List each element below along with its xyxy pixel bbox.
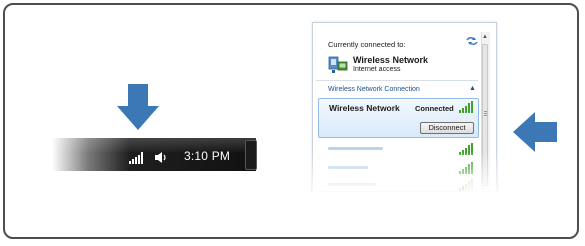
scroll-up-icon[interactable]: ▲	[482, 34, 488, 40]
selected-network-status: Connected	[415, 104, 454, 113]
current-network-status: Internet access	[353, 66, 401, 73]
divider	[316, 80, 478, 81]
arrow-down-icon	[117, 84, 159, 130]
network-signal-icon[interactable]	[129, 152, 149, 164]
section-header[interactable]: Wireless Network Connection	[328, 86, 420, 93]
selected-network-name: Wireless Network	[329, 103, 400, 113]
taskbar-clock[interactable]: 3:10 PM	[184, 149, 230, 163]
arrow-left-icon	[513, 112, 557, 152]
network-icon	[328, 56, 348, 73]
signal-strength-icon	[459, 101, 473, 113]
chevron-up-icon[interactable]: ▲	[469, 85, 476, 92]
currently-connected-label: Currently connected to:	[328, 40, 406, 49]
scrollbar-grip	[484, 111, 487, 117]
volume-icon[interactable]	[154, 151, 170, 164]
show-desktop-button[interactable]	[245, 140, 257, 170]
popup-fade	[312, 150, 497, 195]
refresh-icon[interactable]	[466, 36, 478, 46]
current-network-name: Wireless Network	[353, 55, 428, 65]
disconnect-button[interactable]: Disconnect	[420, 122, 474, 134]
